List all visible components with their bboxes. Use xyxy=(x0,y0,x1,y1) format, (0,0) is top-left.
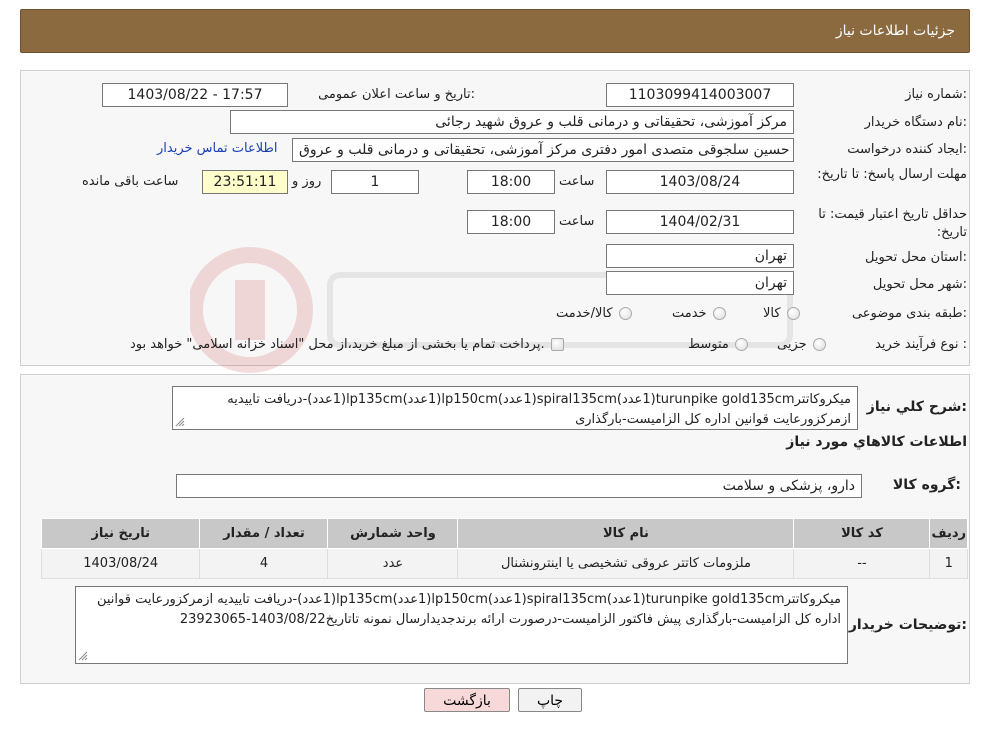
category-label: طبقه بندی موضوعی: xyxy=(851,306,967,321)
back-button[interactable]: بازگشت xyxy=(424,688,510,712)
need-number-label: شماره نیاز: xyxy=(905,87,967,102)
category-option-service[interactable]: خدمت xyxy=(672,306,726,321)
province-field: تهران xyxy=(606,244,794,268)
cell-quantity: 4 xyxy=(199,548,329,579)
validity-date-field: 1404/02/31 xyxy=(606,210,794,234)
province-label: استان محل تحویل: xyxy=(865,250,967,265)
buyer-org-field: مرکز آموزشی، تحقیقاتی و درمانی قلب و عرو… xyxy=(230,110,794,134)
radio-icon[interactable] xyxy=(734,338,748,351)
days-label: روز و xyxy=(292,174,322,189)
col-header-item-name: نام کالا xyxy=(457,518,795,549)
radio-icon[interactable] xyxy=(618,307,632,320)
deadline-label: مهلت ارسال پاسخ: تا تاریخ: xyxy=(817,167,967,182)
cell-need-date: 1403/08/24 xyxy=(40,548,201,579)
remaining-time-label: ساعت باقی مانده xyxy=(82,174,179,189)
goods-group-label: گروه کالا: xyxy=(892,477,961,493)
category-option-service-label: خدمت xyxy=(672,306,707,321)
goods-info-title: اطلاعات کالاهاي مورد نیاز xyxy=(786,434,967,450)
col-header-item-code: کد کالا xyxy=(793,518,931,549)
resize-grip-icon[interactable] xyxy=(175,417,185,427)
cell-item-code: -- xyxy=(793,548,931,579)
checkbox-icon[interactable] xyxy=(550,338,564,351)
need-number-field: 1103099414003007 xyxy=(606,83,794,107)
deadline-time-label: ساعت xyxy=(559,174,595,189)
col-header-need-date: تاریخ نیاز xyxy=(40,518,201,549)
treasury-checkbox-wrap[interactable]: پرداخت تمام یا بخشی از مبلغ خرید،از محل … xyxy=(130,337,564,352)
deadline-time-field: 18:00 xyxy=(467,170,555,194)
col-header-row-number: ردیف xyxy=(929,518,968,549)
table-row: 1 -- ملزومات کاتتر عروقی تشخیصی یا اینتر… xyxy=(40,548,968,579)
process-option-partial[interactable]: جزیی xyxy=(777,337,826,352)
category-option-goods-service[interactable]: کالا/خدمت xyxy=(556,306,632,321)
process-option-medium-label: متوسط xyxy=(688,337,729,352)
page-header: جزئیات اطلاعات نیاز xyxy=(20,9,970,53)
cell-unit: عدد xyxy=(327,548,459,579)
creator-label: ایجاد کننده درخواست: xyxy=(847,142,967,157)
validity-label-wrap: حداقل تاریخ اعتبار قیمت: تا تاریخ: xyxy=(797,206,967,242)
process-label: نوع فرآیند خرید : xyxy=(875,337,967,352)
print-button[interactable]: چاپ xyxy=(518,688,582,712)
general-description-label: شرح کلي نیاز: xyxy=(866,399,967,415)
validity-time-field: 18:00 xyxy=(467,210,555,234)
goods-table: ردیف کد کالا نام کالا واحد شمارش تعداد /… xyxy=(40,518,968,579)
category-option-goods[interactable]: کالا xyxy=(763,306,800,321)
process-option-medium[interactable]: متوسط xyxy=(688,337,748,352)
treasury-note: پرداخت تمام یا بخشی از مبلغ خرید،از محل … xyxy=(130,337,545,352)
days-remaining-field: 1 xyxy=(331,170,419,194)
validity-label: حداقل تاریخ اعتبار قیمت: تا تاریخ: xyxy=(818,207,967,240)
category-option-goods-service-label: کالا/خدمت xyxy=(556,306,613,321)
creator-field: حسین سلجوقی متصدی امور دفتری مرکز آموزشی… xyxy=(292,138,794,162)
radio-icon[interactable] xyxy=(786,307,800,320)
general-description-textarea[interactable]: میکروکاتترturunpike gold135cm(1عدد)spira… xyxy=(172,386,858,430)
category-option-goods-label: کالا xyxy=(763,306,781,321)
goods-group-field: دارو، پزشکی و سلامت xyxy=(176,474,862,498)
goods-table-header-row: ردیف کد کالا نام کالا واحد شمارش تعداد /… xyxy=(40,518,968,549)
buyer-org-label: نام دستگاه خریدار: xyxy=(864,115,967,130)
resize-grip-icon[interactable] xyxy=(78,651,88,661)
cell-row-number: 1 xyxy=(929,548,968,579)
buyer-notes-label: توضیحات خریدار: xyxy=(848,617,967,633)
process-option-partial-label: جزیی xyxy=(777,337,807,352)
radio-icon[interactable] xyxy=(712,307,726,320)
deadline-date-field: 1403/08/24 xyxy=(606,170,794,194)
general-description-text: میکروکاتترturunpike gold135cm(1عدد)spira… xyxy=(227,392,851,427)
city-field: تهران xyxy=(606,271,794,295)
validity-time-label: ساعت xyxy=(559,214,595,229)
col-header-unit: واحد شمارش xyxy=(327,518,459,549)
buyer-notes-textarea[interactable]: میکروکاتترturunpike gold135cm(1عدد)spira… xyxy=(75,586,848,664)
buyer-notes-text: میکروکاتترturunpike gold135cm(1عدد)spira… xyxy=(96,592,841,627)
buyer-contact-link[interactable]: اطلاعات تماس خریدار xyxy=(157,141,277,156)
radio-icon[interactable] xyxy=(812,338,826,351)
deadline-label-1: مهلت ارسال پاسخ: تا تاریخ: xyxy=(817,166,967,184)
cell-item-name: ملزومات کاتتر عروقی تشخیصی یا اینترونشنا… xyxy=(457,548,795,579)
announce-datetime-label: تاریخ و ساعت اعلان عمومی: xyxy=(318,87,475,102)
col-header-quantity: تعداد / مقدار xyxy=(199,518,329,549)
page-title: جزئیات اطلاعات نیاز xyxy=(835,23,955,39)
remaining-time-field: 23:51:11 xyxy=(202,170,288,194)
announce-datetime-field: 1403/08/22 - 17:57 xyxy=(102,83,288,107)
city-label: شهر محل تحویل: xyxy=(872,277,967,292)
